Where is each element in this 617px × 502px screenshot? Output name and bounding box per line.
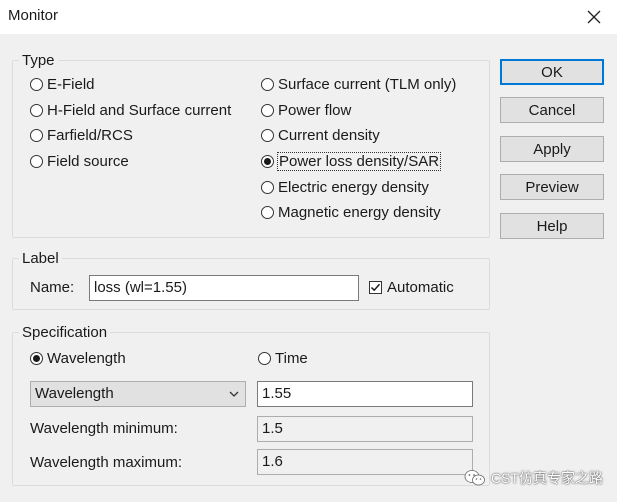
radio-surface-current-tlm[interactable]: Surface current (TLM only)	[261, 76, 456, 93]
checkbox-box	[369, 281, 382, 294]
window-title: Monitor	[8, 7, 59, 24]
radio-indicator	[30, 104, 43, 117]
radio-field-source[interactable]: Field source	[30, 153, 129, 170]
radio-indicator	[261, 181, 274, 194]
wavelength-minimum-field: 1.5	[257, 416, 473, 442]
radio-power-flow[interactable]: Power flow	[261, 102, 351, 119]
apply-button[interactable]: Apply	[500, 136, 604, 162]
radio-farfield-rcs[interactable]: Farfield/RCS	[30, 127, 133, 144]
mode-select-value: Wavelength	[35, 385, 114, 402]
type-group-label: Type	[22, 52, 55, 69]
specification-group-label: Specification	[22, 324, 108, 341]
help-button[interactable]: Help	[500, 213, 604, 239]
radio-label: H-Field and Surface current	[47, 102, 232, 119]
label-group-label: Label	[22, 250, 59, 267]
check-icon	[370, 283, 381, 292]
radio-label: Field source	[47, 153, 129, 170]
radio-label: Power loss density/SAR	[276, 152, 442, 171]
preview-button[interactable]: Preview	[500, 174, 604, 200]
radio-indicator	[258, 352, 271, 365]
radio-label: E-Field	[47, 76, 95, 93]
radio-indicator	[30, 129, 43, 142]
radio-indicator	[261, 104, 274, 117]
watermark: CST仿真专家之路	[464, 468, 603, 488]
radio-magnetic-energy-density[interactable]: Magnetic energy density	[261, 204, 441, 221]
radio-label: Farfield/RCS	[47, 127, 133, 144]
radio-electric-energy-density[interactable]: Electric energy density	[261, 179, 429, 196]
title-bar: Monitor	[0, 0, 617, 34]
dialog-body: Type E-Field H-Field and Surface current…	[0, 34, 617, 502]
chevron-down-icon	[229, 391, 239, 397]
mode-select[interactable]: Wavelength	[30, 381, 246, 407]
radio-e-field[interactable]: E-Field	[30, 76, 95, 93]
radio-indicator-selected	[30, 352, 43, 365]
automatic-label: Automatic	[387, 279, 454, 296]
radio-label: Surface current (TLM only)	[278, 76, 457, 93]
radio-label: Wavelength	[47, 350, 126, 367]
radio-label: Magnetic energy density	[278, 204, 441, 221]
radio-indicator	[30, 78, 43, 91]
radio-power-loss-density-sar[interactable]: Power loss density/SAR	[261, 152, 442, 171]
wavelength-maximum-field: 1.6	[257, 449, 473, 475]
radio-wavelength[interactable]: Wavelength	[30, 350, 126, 367]
name-label: Name:	[30, 279, 75, 296]
radio-indicator	[261, 206, 274, 219]
wavelength-value-input[interactable]: 1.55	[257, 381, 473, 407]
radio-label: Current density	[278, 127, 380, 144]
radio-h-field-surface-current[interactable]: H-Field and Surface current	[30, 102, 231, 119]
close-icon	[587, 10, 601, 24]
radio-label: Time	[275, 350, 308, 367]
radio-current-density[interactable]: Current density	[261, 127, 380, 144]
radio-time[interactable]: Time	[258, 350, 308, 367]
radio-indicator	[261, 129, 274, 142]
radio-label: Electric energy density	[278, 179, 429, 196]
ok-button[interactable]: OK	[500, 59, 604, 85]
automatic-checkbox[interactable]: Automatic	[369, 279, 454, 296]
radio-indicator	[30, 155, 43, 168]
cancel-button[interactable]: Cancel	[500, 97, 604, 123]
radio-label: Power flow	[278, 102, 352, 119]
radio-indicator-selected	[261, 155, 274, 168]
radio-indicator	[261, 78, 274, 91]
wavelength-minimum-label: Wavelength minimum:	[30, 420, 178, 437]
watermark-text: CST仿真专家之路	[491, 470, 603, 486]
close-button[interactable]	[571, 0, 617, 34]
name-input[interactable]: loss (wl=1.55)	[89, 275, 359, 301]
wavelength-maximum-label: Wavelength maximum:	[30, 454, 182, 471]
wechat-icon	[464, 470, 485, 486]
